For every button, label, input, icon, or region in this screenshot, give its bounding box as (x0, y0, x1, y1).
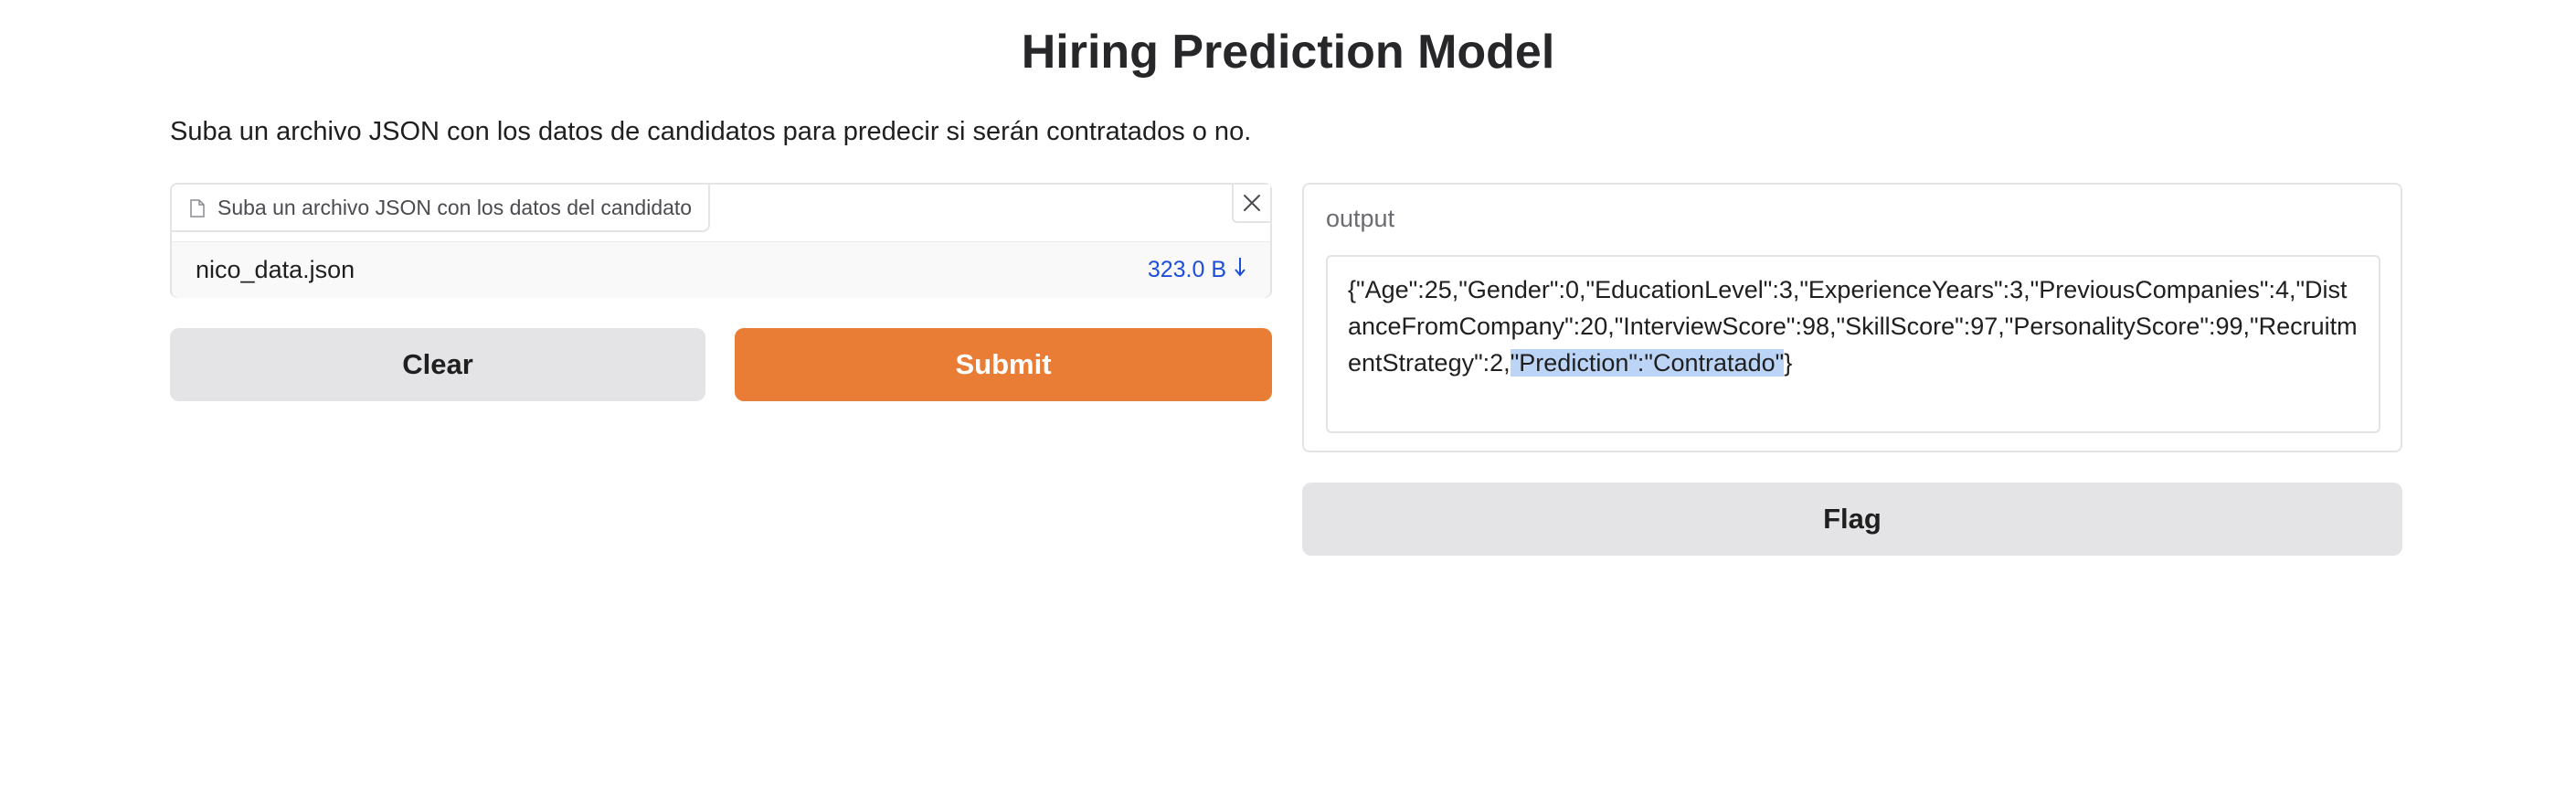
flag-button[interactable]: Flag (1302, 483, 2402, 556)
output-text: {"Age":25,"Gender":0,"EducationLevel":3,… (1348, 276, 2358, 377)
output-textbox[interactable]: {"Age":25,"Gender":0,"EducationLevel":3,… (1326, 255, 2380, 433)
file-download-link[interactable]: 323.0 B (1148, 256, 1246, 284)
clear-button[interactable]: Clear (170, 328, 705, 401)
page-description: Suba un archivo JSON con los datos de ca… (170, 117, 1252, 146)
output-panel: output {"Age":25,"Gender":0,"EducationLe… (1302, 183, 2402, 452)
file-icon (190, 198, 205, 218)
selected-output-text: "Prediction":"Contratado" (1510, 349, 1785, 377)
file-upload-label-text: Suba un archivo JSON con los datos del c… (217, 195, 693, 219)
uploaded-file-row: nico_data.json 323.0 B (172, 241, 1270, 298)
file-size[interactable]: 323.0 B (1148, 257, 1226, 283)
file-upload-panel[interactable]: Suba un archivo JSON con los datos del c… (170, 183, 1272, 298)
file-name: nico_data.json (196, 256, 355, 283)
output-text-end: } (1784, 349, 1793, 377)
page: Hiring Prediction Model Suba un archivo … (0, 0, 2576, 796)
file-upload-label: Suba un archivo JSON con los datos del c… (172, 185, 711, 232)
download-arrow-icon[interactable] (1234, 256, 1246, 284)
close-icon[interactable] (1232, 185, 1270, 223)
submit-button[interactable]: Submit (735, 328, 1272, 401)
output-label: output (1326, 205, 1395, 232)
page-title: Hiring Prediction Model (1021, 26, 1555, 79)
